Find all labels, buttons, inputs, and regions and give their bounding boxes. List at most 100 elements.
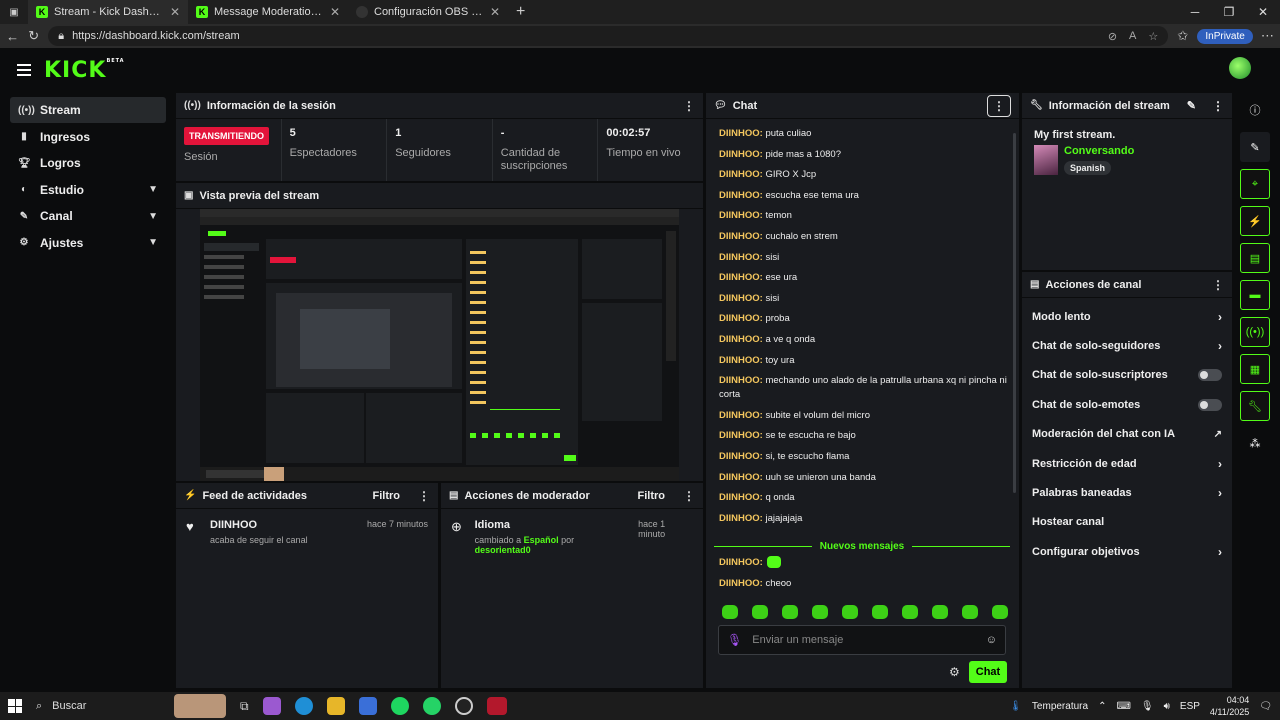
chat-username[interactable]: DIINHOO: <box>719 128 763 139</box>
lightning-icon[interactable]: ⚡ <box>1240 206 1270 236</box>
layout-icon[interactable]: ▦ <box>1240 354 1270 384</box>
kick-logo[interactable]: KICKBETA <box>44 58 125 83</box>
edge-icon[interactable] <box>294 697 313 715</box>
chat-username[interactable]: DIINHOO: <box>719 430 763 441</box>
kebab-menu-icon[interactable]: ⋮ <box>418 489 430 503</box>
microphone-icon[interactable]: 🎙︎ <box>727 633 742 647</box>
chat-username[interactable]: DIINHOO: <box>719 472 763 483</box>
weather-label[interactable]: Temperatura <box>1032 701 1088 712</box>
emoji-icon[interactable]: ☺ <box>986 634 997 646</box>
sidebar-item-estudio[interactable]: ◐ Estudio ▼ <box>10 177 166 203</box>
network-icon[interactable]: ⌨ <box>1116 701 1130 712</box>
filter-button[interactable]: Filtro <box>373 490 401 502</box>
whatsapp-icon[interactable] <box>422 697 441 715</box>
chat-scrollbar[interactable] <box>1013 133 1016 493</box>
chat-username[interactable]: DIINHOO: <box>719 334 763 345</box>
chat-username[interactable]: DIINHOO: <box>719 557 763 568</box>
file-explorer-icon[interactable] <box>326 697 345 715</box>
tracking-icon[interactable]: ⊘ <box>1108 30 1117 43</box>
activity-user[interactable]: DIINHOO <box>210 519 308 531</box>
wrench-icon[interactable]: 🔧︎ <box>1240 391 1270 421</box>
action-followers-only[interactable]: Chat de solo-seguidores › <box>1022 331 1232 360</box>
chat-icon[interactable]: ▬ <box>1240 280 1270 310</box>
chat-username[interactable]: DIINHOO: <box>719 210 763 221</box>
toggle-switch[interactable] <box>1198 398 1222 411</box>
broadcast-icon[interactable]: ((•)) <box>1240 317 1270 347</box>
category-name[interactable]: Conversando <box>1064 145 1134 157</box>
new-tab-button[interactable]: + <box>508 3 533 21</box>
avatar[interactable] <box>1229 57 1251 79</box>
kebab-menu-icon[interactable]: ⋮ <box>683 489 695 503</box>
sidebar-item-logros[interactable]: 🏆︎ Logros <box>10 150 166 176</box>
toggle-switch[interactable] <box>1198 369 1222 382</box>
chat-username[interactable]: DIINHOO: <box>719 252 763 263</box>
mod-action-user[interactable]: desorientad0 <box>475 545 531 555</box>
emote-icon[interactable] <box>962 605 978 619</box>
document-icon[interactable]: ▤ <box>1240 243 1270 273</box>
close-icon[interactable]: ✕ <box>490 5 500 19</box>
close-icon[interactable]: ✕ <box>330 5 340 19</box>
chat-username[interactable]: DIINHOO: <box>719 149 763 160</box>
action-banned-words[interactable]: Palabras baneadas › <box>1022 478 1232 507</box>
obs-icon[interactable] <box>454 697 473 715</box>
chat-username[interactable]: DIINHOO: <box>719 492 763 503</box>
inprivate-badge[interactable]: InPrivate <box>1197 28 1253 44</box>
pencil-icon[interactable]: ✎ <box>1187 99 1196 112</box>
chat-username[interactable]: DIINHOO: <box>719 513 763 524</box>
action-age-restriction[interactable]: Restricción de edad › <box>1022 449 1232 478</box>
new-messages-divider[interactable]: Nuevos mensajes <box>714 541 1010 552</box>
menu-icon[interactable] <box>17 64 31 79</box>
action-ai-moderation[interactable]: Moderación del chat con IA ↗ <box>1022 420 1232 449</box>
maximize-icon[interactable]: ❐ <box>1212 0 1246 24</box>
browser-tab[interactable]: Configuración OBS para PC baja ✕ <box>348 0 508 24</box>
chevron-up-icon[interactable]: ⌃ <box>1098 701 1106 712</box>
chat-username[interactable]: DIINHOO: <box>719 375 763 386</box>
action-slow-mode[interactable]: Modo lento › <box>1022 302 1232 331</box>
emote-icon[interactable] <box>782 605 798 619</box>
chat-username[interactable]: DIINHOO: <box>719 410 763 421</box>
task-view-icon[interactable]: ⧉ <box>240 699 249 714</box>
emote-icon[interactable] <box>722 605 738 619</box>
chat-username[interactable]: DIINHOO: <box>719 451 763 462</box>
send-chat-button[interactable]: Chat <box>969 661 1007 683</box>
spotify-icon[interactable] <box>390 697 409 715</box>
chat-input[interactable]: 🎙︎ Enviar un mensaje ☺ <box>718 625 1006 655</box>
emote-icon[interactable] <box>872 605 888 619</box>
microphone-icon[interactable]: 🎙︎ <box>1141 701 1154 712</box>
store-icon[interactable] <box>358 697 377 715</box>
notification-icon[interactable]: 🗨︎ <box>1259 701 1272 712</box>
minimize-icon[interactable]: ─ <box>1178 0 1212 24</box>
gear-icon[interactable]: ⚙ <box>949 665 960 679</box>
chat-username[interactable]: DIINHOO: <box>719 169 763 180</box>
more-icon[interactable]: ⋯ <box>1261 28 1274 44</box>
category-thumbnail[interactable] <box>1034 145 1058 175</box>
emote-icon[interactable] <box>812 605 828 619</box>
close-icon[interactable]: ✕ <box>170 5 180 19</box>
emote-icon[interactable] <box>992 605 1008 619</box>
favorite-icon[interactable]: ☆ <box>1148 30 1158 43</box>
focus-icon[interactable]: ⌖ <box>1240 169 1270 199</box>
favorites-icon[interactable]: ✩ <box>1176 28 1189 44</box>
browser-tab[interactable]: K Message Moderation - Kick Dashb ✕ <box>188 0 348 24</box>
sidebar-item-ajustes[interactable]: ⚙ Ajustes ▼ <box>10 230 166 256</box>
language-indicator[interactable]: ESP <box>1180 701 1200 712</box>
sidebar-item-canal[interactable]: ✎ Canal ▼ <box>10 203 166 229</box>
emote-icon[interactable] <box>842 605 858 619</box>
chat-username[interactable]: DIINHOO: <box>719 231 763 242</box>
filter-button[interactable]: Filtro <box>638 490 666 502</box>
taskbar-search[interactable]: ⌕ Buscar <box>36 694 226 718</box>
tab-actions-icon[interactable]: ▣ <box>0 7 28 18</box>
kebab-menu-icon[interactable]: ⋮ <box>987 94 1011 117</box>
sidebar-item-ingresos[interactable]: ▮ Ingresos <box>10 124 166 150</box>
volume-icon[interactable]: 🔊︎ <box>1164 701 1170 712</box>
read-aloud-icon[interactable]: A <box>1129 30 1136 43</box>
sidebar-item-stream[interactable]: ((•)) Stream <box>10 97 166 123</box>
chat-username[interactable]: DIINHOO: <box>719 190 763 201</box>
refresh-icon[interactable]: ↻ <box>27 28 40 44</box>
emote-icon[interactable] <box>752 605 768 619</box>
emote-icon[interactable] <box>902 605 918 619</box>
chat-username[interactable]: DIINHOO: <box>719 313 763 324</box>
close-window-icon[interactable]: ✕ <box>1246 0 1280 24</box>
chat-username[interactable]: DIINHOO: <box>719 355 763 366</box>
chat-username[interactable]: DIINHOO: <box>719 272 763 283</box>
